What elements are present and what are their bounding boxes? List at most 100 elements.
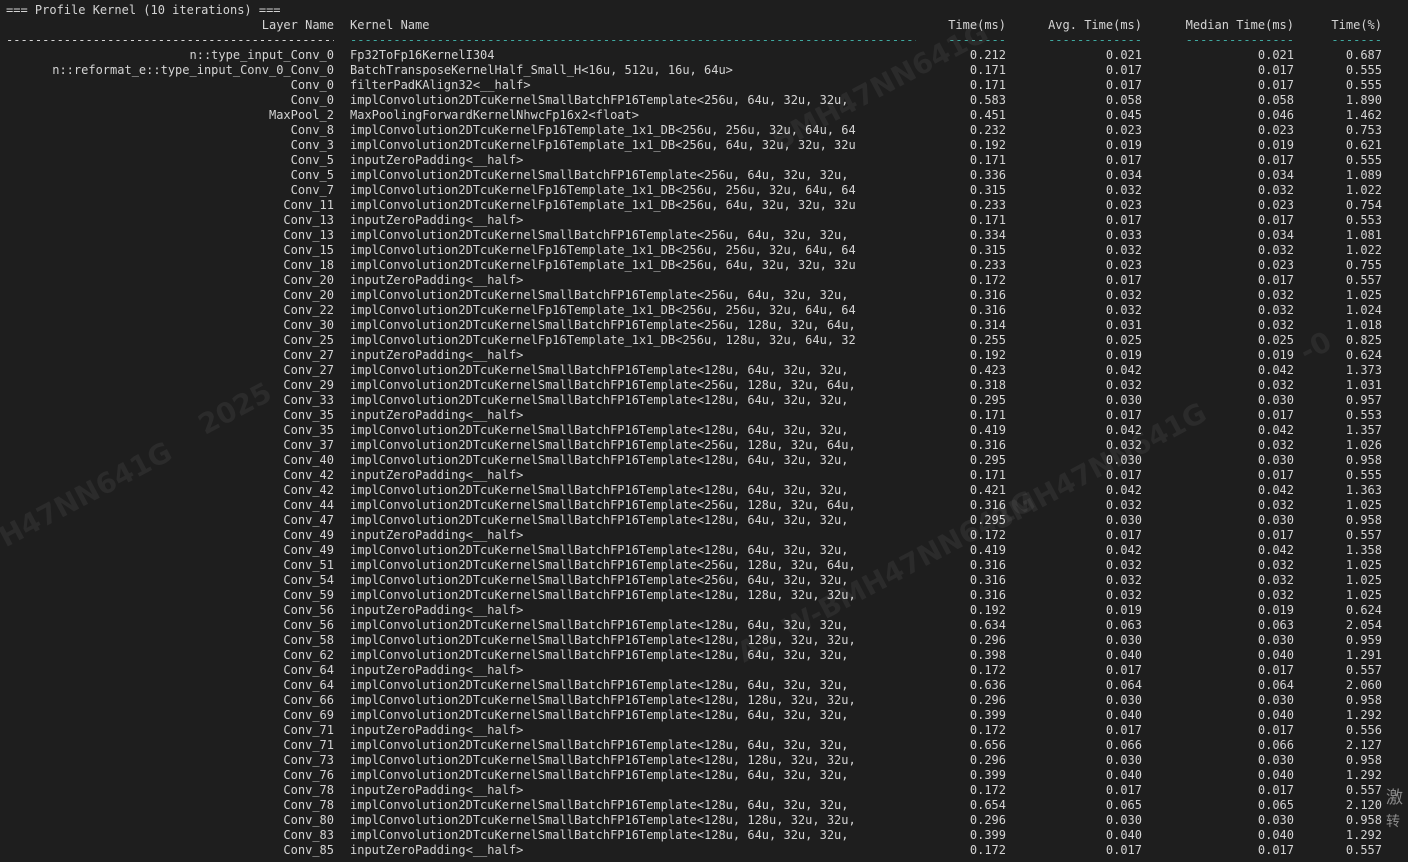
time-percent-cell: 0.557 <box>1345 273 1382 287</box>
table-row: Conv_64 implConvolution2DTcuKernelSmallBa… <box>6 678 1402 693</box>
table-row: Conv_7 implConvolution2DTcuKernelFp16Temp… <box>6 183 1402 198</box>
avg-time-cell: 0.030 <box>1105 693 1142 707</box>
table-row: Conv_37 implConvolution2DTcuKernelSmallBa… <box>6 438 1402 453</box>
time-cell: 0.172 <box>969 783 1006 797</box>
layer-name-cell: Conv_42 <box>283 483 334 497</box>
median-time-cell: 0.066 <box>1257 738 1294 752</box>
median-time-cell: 0.017 <box>1257 78 1294 92</box>
terminal-output[interactable]: === Profile Kernel (10 iterations) === L… <box>6 3 1402 858</box>
layer-name-cell: Conv_3 <box>290 138 334 152</box>
table-row: Conv_47 implConvolution2DTcuKernelSmallBa… <box>6 513 1402 528</box>
median-time-cell: 0.017 <box>1257 843 1294 857</box>
median-time-cell: 0.030 <box>1257 453 1294 467</box>
avg-time-cell: 0.017 <box>1105 528 1142 542</box>
time-percent-cell: 0.687 <box>1345 48 1382 62</box>
median-time-cell: 0.032 <box>1257 558 1294 572</box>
layer-name-cell: Conv_56 <box>283 603 334 617</box>
median-time-cell: 0.032 <box>1257 303 1294 317</box>
layer-name-cell: Conv_29 <box>283 378 334 392</box>
kernel-name-cell: implConvolution2DTcuKernelSmallBatchFP16… <box>350 798 849 812</box>
time-percent-cell: 1.291 <box>1345 648 1382 662</box>
time-percent-cell: 0.555 <box>1345 468 1382 482</box>
time-cell: 0.316 <box>969 288 1006 302</box>
median-time-cell: 0.040 <box>1257 708 1294 722</box>
table-row: Conv_80 implConvolution2DTcuKernelSmallBa… <box>6 813 1402 828</box>
median-time-cell: 0.032 <box>1257 243 1294 257</box>
time-cell: 0.233 <box>969 198 1006 212</box>
median-time-cell: 0.042 <box>1257 543 1294 557</box>
avg-time-cell: 0.023 <box>1105 258 1142 272</box>
kernel-name-cell: implConvolution2DTcuKernelSmallBatchFP16… <box>350 693 856 707</box>
table-row: MaxPool_2 MaxPoolingForwardKernelNhwcFp16… <box>6 108 1402 123</box>
median-time-cell: 0.030 <box>1257 393 1294 407</box>
median-time-cell: 0.064 <box>1257 678 1294 692</box>
layer-name-cell: Conv_35 <box>283 423 334 437</box>
time-cell: 0.583 <box>969 93 1006 107</box>
time-percent-cell: 1.363 <box>1345 483 1382 497</box>
time-cell: 0.172 <box>969 528 1006 542</box>
time-cell: 0.334 <box>969 228 1006 242</box>
time-percent-cell: 1.025 <box>1345 573 1382 587</box>
time-percent-cell: 0.557 <box>1345 843 1382 857</box>
time-cell: 0.421 <box>969 483 1006 497</box>
median-time-cell: 0.034 <box>1257 168 1294 182</box>
median-time-cell: 0.017 <box>1257 273 1294 287</box>
kernel-name-cell: implConvolution2DTcuKernelSmallBatchFP16… <box>350 363 849 377</box>
kernel-name-cell: inputZeroPadding<__half> <box>350 468 524 482</box>
median-time-cell: 0.040 <box>1257 768 1294 782</box>
time-percent-cell: 0.555 <box>1345 78 1382 92</box>
median-time-cell: 0.017 <box>1257 528 1294 542</box>
table-row: Conv_3 implConvolution2DTcuKernelFp16Temp… <box>6 138 1402 153</box>
layer-name-cell: Conv_0 <box>290 78 334 92</box>
time-cell: 0.171 <box>969 78 1006 92</box>
kernel-name-cell: implConvolution2DTcuKernelSmallBatchFP16… <box>350 573 849 587</box>
layer-name-cell: Conv_25 <box>283 333 334 347</box>
median-time-cell: 0.030 <box>1257 753 1294 767</box>
time-percent-cell: 0.754 <box>1345 198 1382 212</box>
time-percent-cell: 1.022 <box>1345 243 1382 257</box>
time-percent-cell: 0.557 <box>1345 663 1382 677</box>
time-cell: 0.295 <box>969 393 1006 407</box>
time-percent-cell: 0.555 <box>1345 153 1382 167</box>
layer-name-cell: Conv_59 <box>283 588 334 602</box>
time-cell: 0.192 <box>969 348 1006 362</box>
time-cell: 0.315 <box>969 243 1006 257</box>
median-time-cell: 0.032 <box>1257 573 1294 587</box>
table-row: Conv_66 implConvolution2DTcuKernelSmallBa… <box>6 693 1402 708</box>
layer-name-cell: Conv_5 <box>290 168 334 182</box>
table-row: Conv_0 implConvolution2DTcuKernelSmallBat… <box>6 93 1402 108</box>
time-cell: 0.316 <box>969 573 1006 587</box>
avg-time-cell: 0.032 <box>1105 183 1142 197</box>
avg-time-cell: 0.064 <box>1105 678 1142 692</box>
time-percent-cell: 0.958 <box>1345 513 1382 527</box>
time-percent-cell: 0.555 <box>1345 63 1382 77</box>
column-header-median-time: Median Time(ms) <box>1185 18 1294 32</box>
layer-name-cell: Conv_80 <box>283 813 334 827</box>
time-cell: 0.316 <box>969 303 1006 317</box>
table-row: Conv_22 implConvolution2DTcuKernelFp16Tem… <box>6 303 1402 318</box>
layer-name-cell: Conv_54 <box>283 573 334 587</box>
time-cell: 0.316 <box>969 498 1006 512</box>
layer-name-cell: Conv_22 <box>283 303 334 317</box>
table-row: Conv_49 inputZeroPadding<__half> 0.172 0.01… <box>6 528 1402 543</box>
layer-name-cell: Conv_27 <box>283 363 334 377</box>
table-row: Conv_78 inputZeroPadding<__half> 0.172 0.01… <box>6 783 1402 798</box>
table-row: Conv_56 implConvolution2DTcuKernelSmallBa… <box>6 618 1402 633</box>
kernel-name-cell: implConvolution2DTcuKernelSmallBatchFP16… <box>350 378 856 392</box>
median-time-cell: 0.030 <box>1257 513 1294 527</box>
kernel-table-body: n::type_input_Conv_0 Fp32ToFp16KernelI304… <box>6 48 1402 858</box>
time-cell: 0.636 <box>969 678 1006 692</box>
time-percent-cell: 1.292 <box>1345 708 1382 722</box>
avg-time-cell: 0.023 <box>1105 123 1142 137</box>
avg-time-cell: 0.030 <box>1105 633 1142 647</box>
median-time-cell: 0.017 <box>1257 723 1294 737</box>
time-cell: 0.398 <box>969 648 1006 662</box>
layer-name-cell: Conv_76 <box>283 768 334 782</box>
layer-name-cell: Conv_49 <box>283 528 334 542</box>
time-percent-cell: 1.292 <box>1345 768 1382 782</box>
kernel-name-cell: implConvolution2DTcuKernelSmallBatchFP16… <box>350 828 849 842</box>
table-row: Conv_62 implConvolution2DTcuKernelSmallBa… <box>6 648 1402 663</box>
table-row: Conv_78 implConvolution2DTcuKernelSmallBa… <box>6 798 1402 813</box>
time-percent-cell: 1.018 <box>1345 318 1382 332</box>
avg-time-cell: 0.017 <box>1105 843 1142 857</box>
